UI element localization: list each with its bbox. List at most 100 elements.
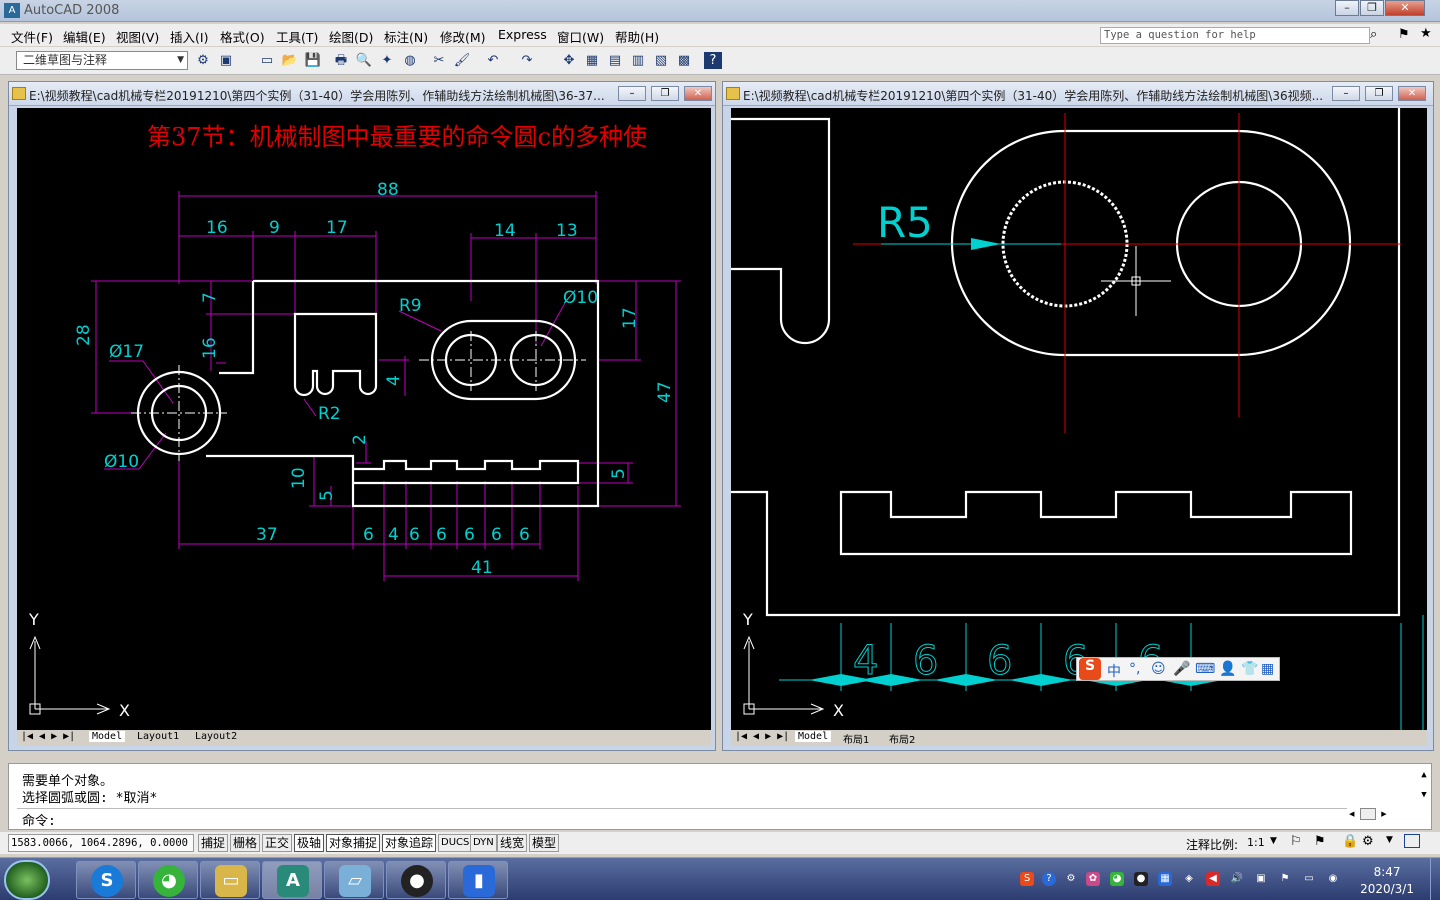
tray-settings-icon[interactable]: ⚙ [1362, 834, 1374, 849]
open-file-icon[interactable]: 📂 [281, 52, 299, 69]
help-tray-icon[interactable]: ? [1042, 872, 1056, 886]
taskbar-autocad[interactable]: A [262, 861, 322, 899]
pan-icon[interactable]: ✥ [560, 52, 578, 69]
right-tab-model[interactable]: Model [795, 731, 832, 742]
left-minimize-button[interactable]: – [618, 86, 646, 101]
right-tab-layout2[interactable]: 布局2 [889, 731, 915, 746]
ime-mode-label[interactable]: 中 [1107, 661, 1121, 681]
chevron-down-icon[interactable]: ▼ [1270, 836, 1277, 846]
notification-icon[interactable]: ⚙ [1064, 872, 1078, 886]
workspace-settings-icon[interactable]: ⚙ [194, 52, 212, 69]
menu-help[interactable]: 帮助(H) [615, 27, 659, 46]
left-close-button[interactable]: ✕ [684, 86, 712, 101]
coordinate-readout[interactable]: 1583.0066, 1064.2896, 0.0000 [8, 834, 194, 852]
ortho-toggle[interactable]: 正交 [262, 834, 293, 852]
taskbar-qq[interactable]: ● [386, 861, 446, 899]
design-center-icon[interactable]: ▤ [606, 52, 624, 69]
right-minimize-button[interactable]: – [1332, 86, 1360, 101]
menu-file[interactable]: 文件(F) [11, 27, 53, 46]
start-button[interactable] [4, 860, 50, 900]
toolbox-icon[interactable]: ▦ [1261, 661, 1274, 677]
auto-scale-icon[interactable]: ⚑ [1314, 834, 1326, 849]
close-button[interactable]: ✕ [1385, 0, 1425, 16]
help-icon[interactable]: ? [704, 52, 722, 69]
new-file-icon[interactable]: ▭ [258, 52, 276, 69]
workspace-select[interactable]: 二维草图与注释 ▼ [16, 51, 188, 70]
volume-icon[interactable]: 🔊 [1230, 872, 1244, 886]
sheet-set-icon[interactable]: ▧ [652, 52, 670, 69]
redo-icon[interactable]: ↷ [518, 52, 536, 69]
show-desktop-button[interactable] [1430, 858, 1440, 900]
user-icon[interactable]: 👤 [1219, 661, 1236, 677]
undo-icon[interactable]: ↶ [484, 52, 502, 69]
command-window[interactable]: 需要单个对象。 选择圆弧或圆: *取消* 命令: ▲ ▼ ◀ ▶ [8, 763, 1432, 830]
app-grid-tray-icon[interactable]: ▦ [1158, 872, 1172, 886]
right-close-button[interactable]: ✕ [1398, 86, 1426, 101]
left-restore-button[interactable]: ❐ [651, 86, 679, 101]
ime-toolbar[interactable]: S 中 °, ☺ 🎤 ⌨ 👤 👕 ▦ [1076, 657, 1280, 681]
taskbar-wechat[interactable]: ◕ [138, 861, 198, 899]
help-search-icon[interactable]: ⌕ [1370, 27, 1377, 42]
left-tab-model[interactable]: Model [89, 731, 126, 742]
menu-draw[interactable]: 绘图(D) [329, 27, 373, 46]
shield-icon[interactable]: ◈ [1182, 872, 1196, 886]
right-tab-layout1[interactable]: 布局1 [843, 731, 869, 746]
properties-icon[interactable]: ▦ [583, 52, 601, 69]
left-tab-layout2[interactable]: Layout2 [195, 731, 237, 742]
dyn-toggle[interactable]: DYN [470, 834, 497, 852]
right-restore-button[interactable]: ❐ [1365, 86, 1393, 101]
osnap-toggle[interactable]: 对象捕捉 [326, 834, 381, 852]
communication-icon[interactable]: ⚑ [1398, 27, 1410, 42]
sogou-tray-icon[interactable]: S [1020, 872, 1034, 886]
plot-icon[interactable]: 🖶 [332, 52, 350, 69]
tab-nav-icons[interactable]: |◀ ◀ ▶ ▶| [21, 731, 75, 742]
menu-tools[interactable]: 工具(T) [276, 27, 318, 46]
taskbar-sogou[interactable]: S [76, 861, 136, 899]
polar-toggle[interactable]: 极轴 [294, 834, 325, 852]
annotation-visibility-icon[interactable]: ⚐ [1290, 834, 1302, 849]
menu-window[interactable]: 窗口(W) [557, 27, 604, 46]
help-search-input[interactable]: Type a question for help [1100, 27, 1370, 44]
qq-tray-icon[interactable]: ● [1134, 872, 1148, 886]
menu-edit[interactable]: 编辑(E) [63, 27, 106, 46]
grid-toggle[interactable]: 栅格 [230, 834, 261, 852]
lock-icon[interactable]: 🔒 [1342, 834, 1358, 849]
tool-palettes-icon[interactable]: ▥ [629, 52, 647, 69]
menu-modify[interactable]: 修改(M) [440, 27, 486, 46]
cut-icon[interactable]: ✂ [430, 52, 448, 69]
keyboard-icon[interactable]: ⌨ [1195, 661, 1215, 677]
skin-icon[interactable]: 👕 [1241, 661, 1258, 677]
wechat-tray-icon[interactable]: ◕ [1110, 872, 1124, 886]
lineweight-toggle[interactable]: 线宽 [497, 834, 528, 852]
left-tab-layout1[interactable]: Layout1 [137, 731, 179, 742]
otrack-toggle[interactable]: 对象追踪 [382, 834, 437, 852]
taskbar-recorder[interactable]: ▮ [448, 861, 508, 899]
emoji-icon[interactable]: ☺ [1151, 661, 1166, 677]
scroll-down-icon[interactable]: ▼ [1417, 790, 1431, 800]
match-properties-icon[interactable]: 🖌 [453, 52, 471, 69]
clean-screen-icon[interactable] [1404, 834, 1420, 848]
display-icon[interactable]: ▭ [1302, 872, 1316, 886]
save-icon[interactable]: 💾 [304, 52, 322, 69]
power-icon[interactable]: ◉ [1326, 872, 1340, 886]
flag-icon[interactable]: ⚑ [1278, 872, 1292, 886]
restore-button[interactable]: ❐ [1360, 0, 1384, 16]
model-toggle[interactable]: 模型 [529, 834, 560, 852]
workspace-save-icon[interactable]: ▣ [217, 52, 235, 69]
system-clock[interactable]: 8:47 2020/3/1 [1360, 864, 1414, 898]
scroll-up-icon[interactable]: ▲ [1417, 770, 1431, 780]
horizontal-scrollbar[interactable]: ◀ ▶ [1349, 808, 1431, 826]
publish-icon[interactable]: ✦ [378, 52, 396, 69]
left-canvas[interactable]: 第37节：机械制图中最重要的命令圆c的多种使 88 16 9 17 14 13 … [17, 108, 711, 730]
flower-tray-icon[interactable]: ✿ [1086, 872, 1100, 886]
taskbar-explorer[interactable]: ▭ [200, 861, 260, 899]
3d-dwf-icon[interactable]: ◍ [401, 52, 419, 69]
snap-toggle[interactable]: 捕捉 [198, 834, 229, 852]
status-menu-icon[interactable]: ▼ [1386, 835, 1393, 845]
right-canvas[interactable]: R5 4 6 6 Y X [731, 108, 1427, 730]
minimize-button[interactable]: – [1335, 0, 1359, 16]
favorites-icon[interactable]: ★ [1420, 26, 1432, 41]
voice-icon[interactable]: 🎤 [1173, 661, 1190, 677]
command-prompt[interactable]: 命令: [22, 810, 56, 829]
taskbar-notes[interactable]: ▱ [324, 861, 384, 899]
